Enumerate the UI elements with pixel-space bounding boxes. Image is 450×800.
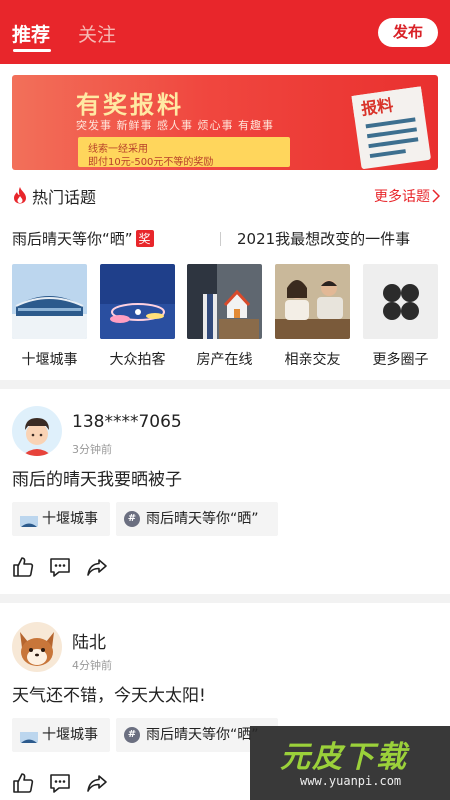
circle-label: 十堰城事 [21, 352, 78, 368]
circle-more[interactable]: 更多圈子 [363, 264, 438, 369]
tab-follow[interactable]: 关注 [78, 20, 116, 47]
fire-icon [14, 187, 26, 204]
document-icon: 报料 [351, 86, 431, 169]
post-circle-tag[interactable]: 十堰城事 [12, 502, 110, 536]
banner-title: 有奖报料 [76, 91, 184, 119]
comment-icon[interactable] [49, 556, 71, 578]
circle-public-photographer[interactable]: 大众拍客 [100, 264, 175, 369]
circle-shiyan-city[interactable]: 十堰城事 [12, 264, 87, 369]
circle-real-estate[interactable]: 房产在线 [187, 264, 262, 369]
like-icon[interactable] [12, 556, 34, 578]
like-icon[interactable] [12, 772, 34, 794]
topic-item-2[interactable]: 2021我最想改变的一件事 [237, 228, 410, 252]
banner-reward-box: 线索一经采用 即付10元-500元不等的奖励 [78, 137, 290, 168]
hashtag-icon: # [124, 727, 140, 743]
watermark: 元皮下载 www.yuanpi.com [250, 726, 450, 800]
post-username[interactable]: 138****7065 [72, 412, 182, 432]
watermark-logo: 元皮下载 [280, 740, 408, 775]
chevron-right-icon[interactable] [432, 189, 440, 203]
stadium-image [12, 264, 87, 339]
post-time: 4分钟前 [72, 659, 112, 672]
circle-dating[interactable]: 相亲交友 [275, 264, 350, 369]
hot-topics-title: 热门话题 [32, 188, 97, 207]
award-badge: 奖 [135, 230, 154, 247]
active-tab-indicator [13, 49, 51, 52]
stadium-thumb [20, 727, 38, 743]
tag-label: 雨后晴天等你“晒” [146, 511, 259, 527]
hashtag-icon: # [124, 511, 140, 527]
topic-item-1[interactable]: 雨后晴天等你“晒” 奖 [12, 228, 154, 252]
more-circles-tile [363, 264, 438, 339]
tag-label: 十堰城事 [42, 511, 98, 527]
post-circle-tag[interactable]: 十堰城事 [12, 718, 110, 752]
top-header: 推荐 关注 发布 [0, 0, 450, 64]
post-text: 天气还不错，今天大太阳! [12, 686, 206, 706]
city-night-image [100, 264, 175, 339]
real-estate-image [187, 264, 262, 339]
grid-icon [382, 283, 419, 320]
watermark-url: www.yuanpi.com [300, 774, 402, 788]
share-icon[interactable] [86, 556, 108, 578]
topic-label: 雨后晴天等你“晒” [12, 230, 133, 248]
banner-line-2: 即付10元-500元不等的奖励 [88, 157, 214, 168]
section-separator [0, 380, 450, 389]
circle-label: 大众拍客 [109, 352, 166, 368]
tag-label: 十堰城事 [42, 727, 98, 743]
more-topics-link[interactable]: 更多话题 [374, 186, 430, 206]
section-separator [0, 594, 450, 603]
reward-banner[interactable]: 有奖报料 突发事 新鲜事 感人事 烦心事 有趣事 线索一经采用 即付10元-50… [12, 75, 438, 170]
post-time: 3分钟前 [72, 443, 112, 456]
circle-label: 更多圈子 [372, 352, 429, 368]
circle-label: 房产在线 [196, 352, 253, 368]
banner-tags: 突发事 新鲜事 感人事 烦心事 有趣事 [76, 119, 274, 132]
stadium-thumb [20, 511, 38, 527]
avatar[interactable] [12, 622, 62, 672]
circle-label: 相亲交友 [284, 352, 341, 368]
topic-divider [220, 232, 221, 246]
tag-label: 雨后晴天等你“晒” [146, 727, 259, 743]
tab-recommend[interactable]: 推荐 [12, 20, 50, 47]
post-username[interactable]: 陆北 [72, 628, 106, 653]
topic-label: 2021我最想改变的一件事 [237, 230, 411, 248]
avatar[interactable] [12, 406, 62, 456]
post-topic-tag[interactable]: # 雨后晴天等你“晒” [116, 502, 278, 536]
comment-icon[interactable] [49, 772, 71, 794]
dating-image [275, 264, 350, 339]
publish-button[interactable]: 发布 [378, 18, 438, 47]
post-text: 雨后的晴天我要晒被子 [12, 470, 182, 490]
share-icon[interactable] [86, 772, 108, 794]
